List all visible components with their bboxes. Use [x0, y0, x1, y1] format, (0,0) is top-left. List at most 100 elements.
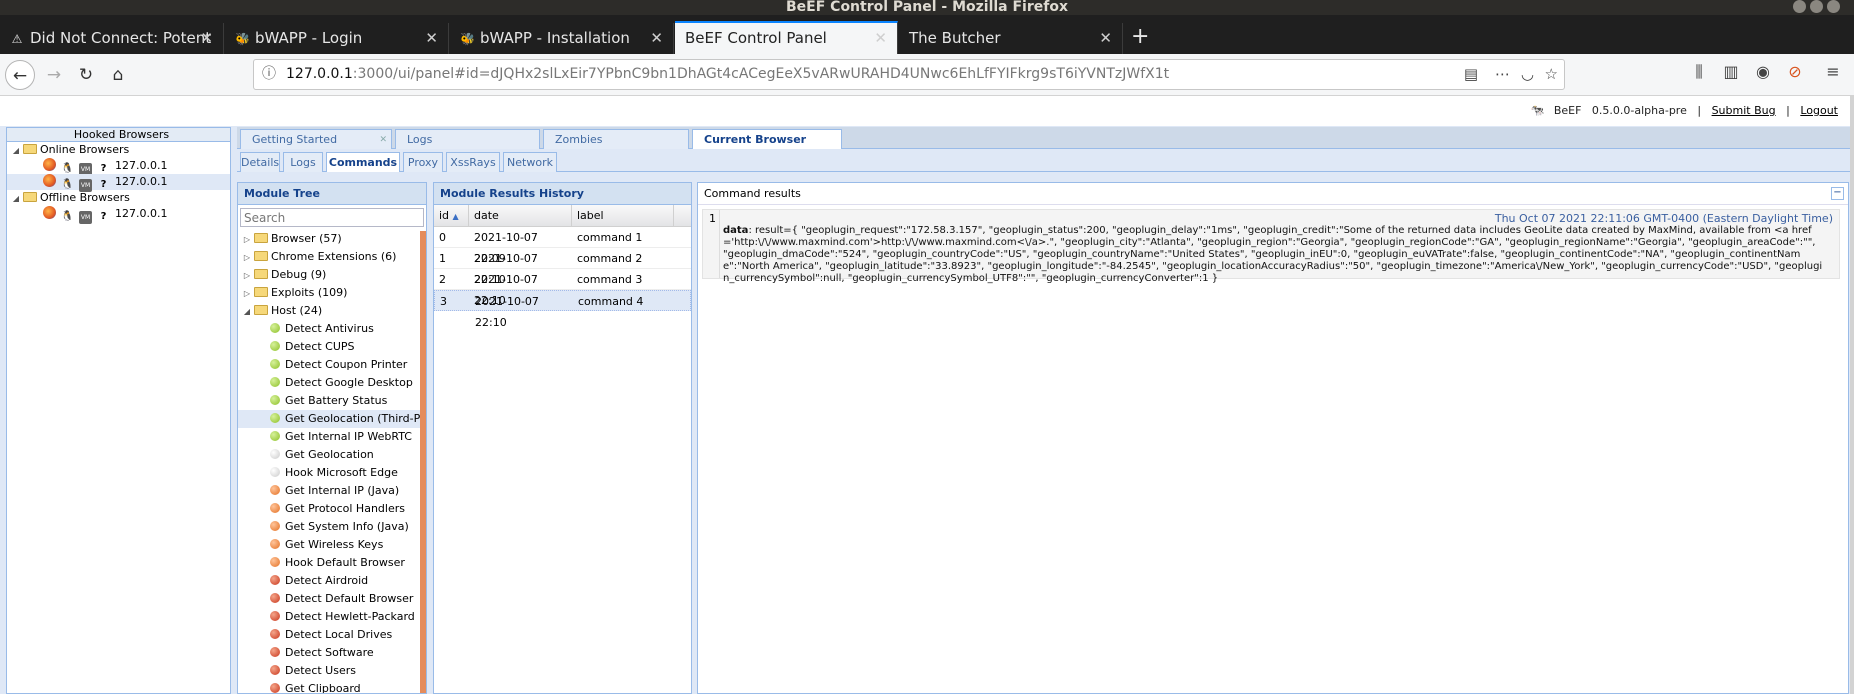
module-category[interactable]: ▷ Debug (9) — [238, 266, 426, 284]
browser-tab[interactable]: 🐝 bWAPP - Login ✕ — [225, 23, 449, 54]
page-edge-scrollbar — [1850, 96, 1854, 694]
module-item[interactable]: Detect Coupon Printer — [238, 356, 426, 374]
close-tab-icon[interactable]: ✕ — [874, 23, 887, 54]
close-tab-icon[interactable]: ✕ — [200, 23, 213, 54]
pocket-icon[interactable]: ◡ — [1521, 60, 1534, 89]
module-category[interactable]: ▷ Exploits (109) — [238, 284, 426, 302]
category-label: Exploits (109) — [271, 286, 348, 299]
results-table-row[interactable]: 3 2021-10-07 22:10 command 4 — [434, 290, 691, 329]
online-browsers-node[interactable]: ◢ Online Browsers — [7, 142, 230, 158]
module-item[interactable]: Get System Info (Java) — [238, 518, 426, 536]
module-item[interactable]: Get Clipboard — [238, 680, 426, 693]
new-tab-button[interactable]: + — [1131, 23, 1149, 51]
results-table-header: id ▲ date label — [434, 205, 691, 227]
module-item[interactable]: Detect Local Drives — [238, 626, 426, 644]
module-tree-scrollbar[interactable] — [420, 231, 426, 693]
module-item[interactable]: Get Protocol Handlers — [238, 500, 426, 518]
module-item[interactable]: Get Geolocation — [238, 446, 426, 464]
module-category[interactable]: ◢ Host (24) — [238, 302, 426, 320]
tab-logs[interactable]: Logs — [395, 129, 540, 149]
tab-xssrays[interactable]: XssRays — [446, 152, 500, 172]
close-tab-icon[interactable]: ✕ — [425, 23, 438, 54]
module-item[interactable]: Detect Google Desktop — [238, 374, 426, 392]
module-item[interactable]: Detect Airdroid — [238, 572, 426, 590]
home-button[interactable]: ⌂ — [103, 60, 133, 90]
info-icon[interactable]: ⓘ — [262, 60, 276, 89]
module-item[interactable]: Detect Software — [238, 644, 426, 662]
column-header-label[interactable]: label — [572, 205, 674, 226]
module-item[interactable]: Detect Antivirus — [238, 320, 426, 338]
hooked-browser-item-selected[interactable]: 🐧 VM? 127.0.0.1 — [7, 174, 230, 192]
forward-button[interactable]: → — [39, 60, 69, 90]
expand-icon[interactable]: ▷ — [242, 285, 252, 303]
tab-details[interactable]: Details — [240, 152, 280, 172]
module-item[interactable]: Detect Default Browser — [238, 590, 426, 608]
module-label: Get Protocol Handlers — [285, 502, 405, 515]
tab-proxy[interactable]: Proxy — [403, 152, 443, 172]
tab-network[interactable]: Network — [503, 152, 557, 172]
close-tab-icon[interactable]: ✕ — [1099, 23, 1112, 54]
module-item[interactable]: Get Battery Status — [238, 392, 426, 410]
hooked-browser-item[interactable]: 🐧 VM? 127.0.0.1 — [7, 158, 230, 176]
back-button[interactable]: ← — [5, 60, 35, 90]
reader-view-icon[interactable]: ▤ — [1464, 60, 1478, 89]
close-icon[interactable]: ✕ — [379, 130, 387, 150]
offline-browsers-node[interactable]: ◢ Offline Browsers — [7, 190, 230, 206]
module-item[interactable]: Detect Hewlett-Packard — [238, 608, 426, 626]
bookmark-star-icon[interactable]: ☆ — [1545, 60, 1558, 89]
module-category[interactable]: ▷ Chrome Extensions (6) — [238, 248, 426, 266]
url-bar[interactable]: ⓘ 127.0.0.1:3000/ui/panel#id=dJQHx2slLxE… — [253, 59, 1565, 90]
module-item[interactable]: Hook Default Browser — [238, 554, 426, 572]
module-item[interactable]: Get Internal IP WebRTC — [238, 428, 426, 446]
addon-icon[interactable]: ⊘ — [1784, 62, 1806, 81]
hooked-browser-item[interactable]: 🐧 VM? 127.0.0.1 — [7, 206, 230, 224]
results-table-row[interactable]: 1 2021-10-07 22:10 command 2 — [434, 248, 691, 286]
page-actions-icon[interactable]: ⋯ — [1495, 60, 1510, 89]
expand-icon[interactable]: ◢ — [11, 143, 21, 159]
module-item[interactable]: Detect CUPS — [238, 338, 426, 356]
logout-link[interactable]: Logout — [1800, 104, 1838, 117]
module-item[interactable]: Get Wireless Keys — [238, 536, 426, 554]
module-item-selected[interactable]: Get Geolocation (Third-Pa — [238, 410, 426, 428]
tab-zombies[interactable]: Zombies — [543, 129, 689, 149]
expand-icon[interactable]: ▷ — [242, 249, 252, 267]
tab-commands[interactable]: Commands — [326, 152, 400, 172]
browser-tab-active[interactable]: BeEF Control Panel ✕ — [675, 21, 898, 54]
module-item[interactable]: Hook Microsoft Edge — [238, 464, 426, 482]
column-header-date[interactable]: date — [469, 205, 572, 226]
expand-icon[interactable]: ▷ — [242, 267, 252, 285]
command-results-panel: Command results − 1 Thu Oct 07 2021 22:1… — [697, 182, 1849, 694]
module-item[interactable]: Get Internal IP (Java) — [238, 482, 426, 500]
collapse-icon[interactable]: ◢ — [242, 303, 252, 321]
close-tab-icon[interactable]: ✕ — [650, 23, 663, 54]
tab-current-browser[interactable]: Current Browser — [692, 129, 842, 149]
browser-tab[interactable]: The Butcher ✕ — [899, 23, 1123, 54]
submit-bug-link[interactable]: Submit Bug — [1712, 104, 1776, 117]
tab-browser-logs[interactable]: Logs — [283, 152, 323, 172]
browser-tab[interactable]: 🐝 bWAPP - Installation ✕ — [450, 23, 674, 54]
collapse-button[interactable]: − — [1831, 187, 1844, 200]
status-red-icon — [270, 593, 280, 603]
module-category[interactable]: ▷ Browser (57) — [238, 230, 426, 248]
account-icon[interactable]: ◉ — [1752, 62, 1774, 81]
header-separator: | — [1786, 104, 1790, 117]
reload-button[interactable]: ↻ — [71, 60, 101, 90]
module-item[interactable]: Detect Users — [238, 662, 426, 680]
tab-getting-started[interactable]: Getting Started ✕ — [240, 129, 392, 149]
header-separator: | — [1697, 104, 1702, 117]
results-table-row[interactable]: 2 2021-10-07 22:10 command 3 — [434, 269, 691, 307]
expand-icon[interactable]: ◢ — [11, 191, 21, 207]
sidebar-icon[interactable]: ▥ — [1720, 62, 1742, 81]
results-table-row[interactable]: 0 2021-10-07 22:09 command 1 — [434, 227, 691, 265]
browser-tab[interactable]: ⚠ Did Not Connect: Potent ✕ — [0, 23, 224, 54]
status-red-icon — [270, 665, 280, 675]
column-header-id[interactable]: id ▲ — [434, 205, 469, 226]
minimize-icon[interactable] — [1793, 0, 1806, 13]
menu-icon[interactable]: ≡ — [1822, 62, 1844, 81]
module-search-input[interactable] — [240, 208, 424, 227]
maximize-icon[interactable] — [1810, 0, 1823, 13]
library-icon[interactable]: ⫼ — [1688, 62, 1710, 82]
close-window-icon[interactable] — [1827, 0, 1840, 13]
expand-icon[interactable]: ▷ — [242, 231, 252, 249]
tab-label: Getting Started — [252, 133, 338, 146]
